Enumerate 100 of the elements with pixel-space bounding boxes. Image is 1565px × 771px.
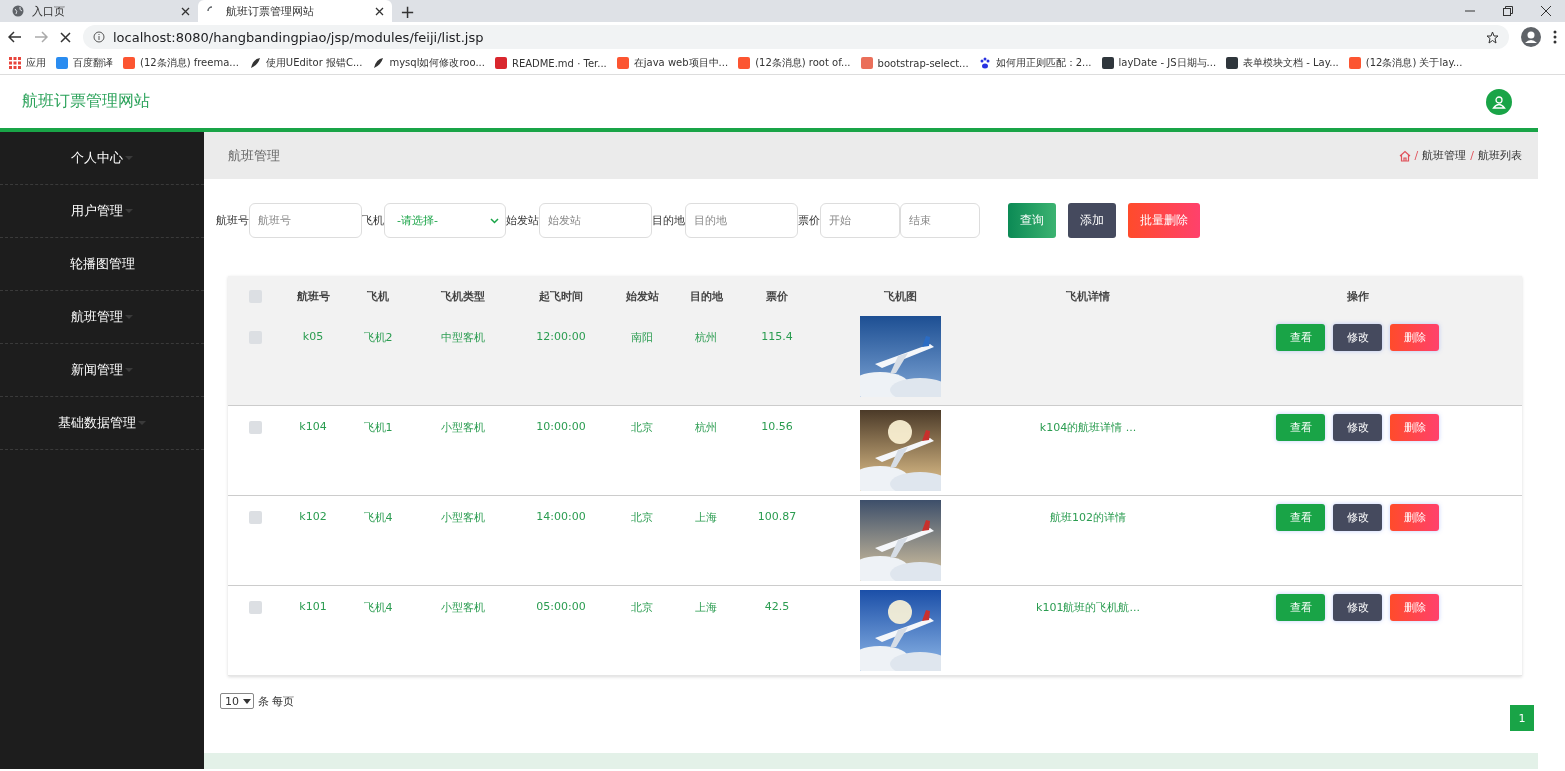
table-row[interactable]: k05 飞机2 中型客机 12:00:00 南阳 杭州 115.4 查看 修改 删除 — [228, 316, 1522, 406]
table-cell: 上海 — [695, 511, 717, 524]
close-icon[interactable] — [1541, 6, 1551, 16]
sidebar-item[interactable]: 航班管理 — [0, 291, 204, 344]
back-icon[interactable] — [8, 31, 22, 43]
edit-button[interactable]: 修改 — [1333, 504, 1382, 531]
page-size-label: 条 每页 — [258, 693, 295, 709]
table-cell: 42.5 — [764, 600, 790, 613]
search-field[interactable]: 航班号 — [249, 203, 362, 238]
table-cell: 05:00:00 — [536, 600, 586, 613]
row-checkbox[interactable] — [249, 421, 262, 434]
browser-tab[interactable]: 入口页 — [4, 0, 198, 22]
table-cell: k104的航班详情 ... — [1039, 421, 1137, 434]
restore-icon[interactable] — [1503, 6, 1513, 16]
edit-button[interactable]: 修改 — [1333, 414, 1382, 441]
row-checkbox[interactable] — [249, 601, 262, 614]
page-size-select[interactable]: 10 — [220, 693, 254, 709]
table-cell: 小型客机 — [441, 511, 485, 524]
breadcrumb-separator: / — [1470, 149, 1474, 162]
bookmark[interactable]: 如何用正则匹配：2... — [973, 56, 1097, 70]
sidebar-item[interactable]: 用户管理 — [0, 185, 204, 238]
field-label: 目的地 — [652, 213, 685, 228]
field-label: 飞机 — [362, 213, 384, 228]
table-row[interactable]: k102 飞机4 小型客机 14:00:00 北京 上海 100.87 航班102的详情 查看 修改 删除 — [228, 496, 1522, 586]
column-header: 票价 — [765, 288, 789, 304]
sidebar-item[interactable]: 轮播图管理 — [0, 238, 204, 291]
bookmark[interactable]: 百度翻译 — [51, 56, 118, 70]
search-button[interactable]: 查询 — [1008, 203, 1056, 238]
profile-icon[interactable] — [1521, 27, 1541, 47]
column-header: 航班号 — [295, 288, 331, 304]
search-field[interactable]: 开始 — [820, 203, 900, 238]
bookmark[interactable]: 表单模块文档 - Lay... — [1221, 56, 1344, 70]
table-cell: 小型客机 — [441, 421, 485, 434]
table-cell: k05 — [302, 330, 324, 343]
page-title: 航班管理 — [228, 146, 280, 165]
bookmark[interactable]: mysql如何修改roo... — [367, 56, 490, 70]
table-row[interactable]: k101 飞机4 小型客机 05:00:00 北京 上海 42.5 k101航班的飞机航... 查看 修改 删除 — [228, 586, 1522, 676]
table-cell: k104 — [299, 420, 327, 433]
table-cell: 北京 — [631, 601, 653, 614]
caret-icon — [243, 698, 251, 704]
table-cell: 杭州 — [695, 331, 717, 344]
column-header: 始发站 — [624, 288, 660, 304]
table-cell: 14:00:00 — [536, 510, 586, 523]
bookmark[interactable]: (12条消息) root of... — [733, 56, 856, 70]
table-cell: 115.4 — [761, 330, 793, 343]
bookmark[interactable]: (12条消息) freema... — [118, 56, 244, 70]
column-header: 飞机图 — [882, 288, 918, 304]
close-icon[interactable] — [181, 6, 190, 16]
breadcrumb-separator: / — [1414, 149, 1419, 162]
table-cell: 100.87 — [757, 510, 797, 523]
table-cell: 中型客机 — [441, 331, 485, 344]
breadcrumb-link[interactable]: 航班管理 — [1422, 148, 1467, 163]
column-header: 目的地 — [688, 288, 724, 304]
add-button[interactable]: 添加 — [1068, 203, 1116, 238]
info-icon — [93, 31, 105, 43]
bookmark[interactable]: README.md · Ter... — [489, 57, 612, 69]
table-row[interactable]: k104 飞机1 小型客机 10:00:00 北京 杭州 10.56 k104的航班详情 ... 查看 修改 删除 — [228, 406, 1522, 496]
bookmark[interactable]: 在java web项目中... — [611, 56, 734, 70]
address-bar[interactable]: localhost:8080/hangbandingpiao/jsp/modules/feiji/list.jsp — [83, 25, 1509, 49]
field-label: 航班号 — [216, 213, 249, 228]
table-cell: k101 — [299, 600, 327, 613]
column-header: 操作 — [1345, 288, 1370, 304]
table-cell: 北京 — [631, 511, 653, 524]
bookmark[interactable]: (12条消息) 关于lay... — [1343, 56, 1468, 70]
table-cell: 10.56 — [761, 420, 793, 433]
edit-button[interactable]: 修改 — [1333, 324, 1382, 351]
breadcrumb-link[interactable]: 航班列表 — [1478, 148, 1522, 163]
column-header: 飞机类型 — [440, 288, 486, 304]
field-label: 始发站 — [506, 213, 539, 228]
new-tab-button[interactable]: + — [400, 2, 416, 22]
table-cell: 杭州 — [695, 421, 717, 434]
star-icon[interactable] — [1486, 30, 1499, 44]
bookmark[interactable]: bootstrap-select... — [855, 57, 974, 69]
edit-button[interactable]: 修改 — [1333, 594, 1382, 621]
table-cell: 航班102的详情 — [1050, 511, 1126, 524]
table-cell: 10:00:00 — [536, 420, 586, 433]
bookmark[interactable]: layDate - JS日期与... — [1096, 56, 1222, 70]
user-avatar[interactable] — [1486, 88, 1512, 115]
close-icon[interactable] — [375, 6, 384, 16]
stop-icon[interactable] — [60, 31, 71, 43]
bookmark[interactable]: 应用 — [4, 56, 51, 70]
browser-tab[interactable]: 航班订票管理网站 — [198, 0, 392, 22]
search-field[interactable]: 目的地 — [685, 203, 798, 238]
menu-icon[interactable] — [1553, 30, 1557, 44]
home-icon[interactable] — [1398, 149, 1411, 162]
field-label: 票价 — [798, 213, 820, 228]
table-cell: 北京 — [631, 421, 653, 434]
table-cell: 飞机4 — [363, 511, 393, 524]
search-field[interactable]: 始发站 — [539, 203, 652, 238]
table-cell: 南阳 — [631, 331, 653, 344]
search-field[interactable]: 结束 — [900, 203, 980, 238]
table-cell: k101航班的飞机航... — [1036, 601, 1140, 614]
sidebar-item[interactable]: 新闻管理 — [0, 344, 204, 397]
table-cell: 飞机2 — [363, 331, 393, 344]
table-cell: k102 — [299, 510, 327, 523]
bookmark[interactable]: 使用UEditor 报错C... — [243, 56, 368, 70]
column-header: 飞机详情 — [1065, 288, 1111, 304]
chevron-down-icon — [490, 217, 499, 224]
sidebar-item[interactable]: 基础数据管理 — [0, 397, 204, 450]
row-checkbox[interactable] — [249, 511, 262, 524]
